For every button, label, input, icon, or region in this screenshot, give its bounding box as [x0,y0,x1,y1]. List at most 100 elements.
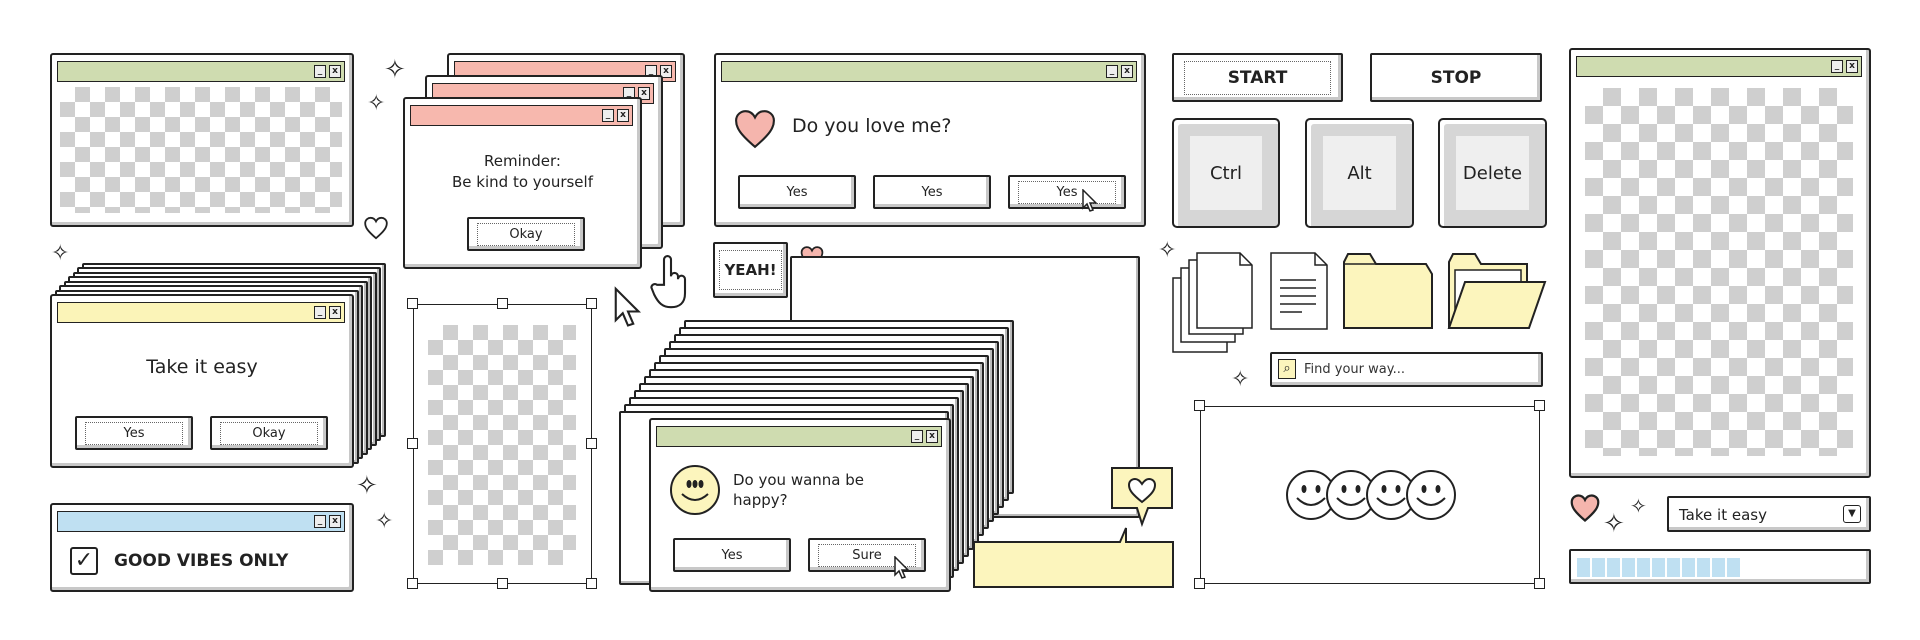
resize-handle[interactable] [496,298,508,309]
progress-block [1697,558,1710,577]
documents-stack-icon[interactable] [1172,252,1254,354]
happy-window: _ x Do you wanna be happy? Yes Sure [649,418,951,592]
stop-button[interactable]: STOP [1370,53,1542,102]
open-folder-icon[interactable] [1447,252,1547,330]
checker-pattern [60,87,342,213]
resize-handle[interactable] [1534,578,1545,589]
close-button[interactable]: x [926,430,938,443]
dropdown-value: Take it easy [1679,506,1767,524]
minimize-button[interactable]: _ [1831,60,1843,73]
progress-block [1637,558,1650,577]
title-bar[interactable]: _ x [1576,56,1862,77]
ctrl-key[interactable]: Ctrl [1172,118,1280,228]
resize-handle[interactable] [586,578,597,589]
minimize-button[interactable]: _ [314,65,326,78]
key-label: Delete [1456,136,1529,210]
alt-key[interactable]: Alt [1305,118,1414,228]
okay-button[interactable]: Okay [467,217,585,251]
progress-block [1622,558,1635,577]
title-bar[interactable]: _ x [57,302,345,323]
close-button[interactable]: x [1121,65,1133,78]
progress-block [1577,558,1590,577]
heart-icon [735,110,775,149]
good-vibes-checkbox[interactable]: ✓ [70,547,98,575]
yeah-label: YEAH! [719,250,782,290]
button-label: Okay [219,421,319,445]
progress-block [1607,558,1620,577]
sparkle-icon: ✧ [51,241,70,266]
resize-handle[interactable] [1194,400,1205,411]
resize-handle[interactable] [407,438,418,449]
checker-window-tall: _ x [1569,48,1871,478]
start-button[interactable]: START [1172,53,1343,102]
cursor-arrow-icon [894,556,910,579]
title-bar[interactable]: _ x [410,105,633,126]
okay-button[interactable]: Okay [210,416,328,450]
stop-label: STOP [1430,67,1482,88]
minimize-button[interactable]: _ [911,430,923,443]
reminder-line-1: Reminder: [484,152,561,170]
resize-handle[interactable] [407,298,418,309]
yes-button-1[interactable]: Yes [738,175,856,209]
title-bar[interactable]: _ x [57,511,345,532]
chevron-down-icon[interactable]: ▼ [1843,505,1861,523]
yes-button[interactable]: Yes [673,538,791,572]
speech-bubble [973,527,1174,588]
button-label: Yes [921,184,943,200]
sparkle-icon: ✧ [1603,509,1625,539]
button-label: Yes [721,547,743,563]
yes-button[interactable]: Yes [75,416,193,450]
sparkle-icon: ✧ [1630,494,1647,518]
good-vibes-label: GOOD VIBES ONLY [114,551,289,571]
take-it-easy-window: _ x Take it easy Yes Okay [50,294,354,468]
love-message: Do you love me? [792,115,952,137]
resize-handle[interactable] [586,438,597,449]
smiley-icon [670,465,720,515]
title-bar[interactable]: _ x [656,426,942,447]
progress-block [1652,558,1665,577]
happy-message: Do you wanna be happy? [733,471,865,509]
love-window: _ x Do you love me? Yes Yes Yes [714,53,1146,227]
start-label: START [1184,60,1331,95]
resize-handle[interactable] [586,298,597,309]
mood-dropdown[interactable]: Take it easy ▼ [1667,496,1871,532]
minimize-button[interactable]: _ [602,109,614,122]
search-field[interactable]: ⌕ Find your way... [1270,352,1543,387]
close-button[interactable]: x [1846,60,1858,73]
key-label: Ctrl [1190,136,1262,210]
resize-handle[interactable] [1534,400,1545,411]
heart-icon [364,216,388,240]
close-button[interactable]: x [329,515,341,528]
sparkle-icon: ✧ [375,509,394,534]
yes-button-3[interactable]: Yes [1008,175,1126,209]
minimize-button[interactable]: _ [314,306,326,319]
okay-label: Okay [476,222,576,246]
yeah-button[interactable]: YEAH! [713,242,788,298]
document-icon[interactable] [1270,252,1328,330]
minimize-button[interactable]: _ [314,515,326,528]
checker-pattern [428,325,576,565]
yes-button-2[interactable]: Yes [873,175,991,209]
smiley-row [1286,470,1456,520]
progress-block [1727,558,1740,577]
button-label: Yes [84,421,184,445]
title-bar[interactable]: _ x [57,61,345,82]
reminder-line-2: Be kind to yourself [452,173,593,191]
close-button[interactable]: x [329,65,341,78]
progress-bar [1569,549,1871,584]
resize-handle[interactable] [496,578,508,589]
sparkle-icon: ✧ [1231,367,1250,392]
close-button[interactable]: x [617,109,629,122]
progress-block [1592,558,1605,577]
search-icon[interactable]: ⌕ [1278,359,1296,379]
progress-fill [1577,558,1740,577]
minimize-button[interactable]: _ [1106,65,1118,78]
search-input[interactable]: Find your way... [1304,362,1405,377]
resize-handle[interactable] [1194,578,1205,589]
key-label: Alt [1323,136,1396,210]
delete-key[interactable]: Delete [1438,118,1547,228]
title-bar[interactable]: _ x [721,61,1137,82]
close-button[interactable]: x [329,306,341,319]
folder-icon[interactable] [1342,252,1434,330]
resize-handle[interactable] [407,578,418,589]
